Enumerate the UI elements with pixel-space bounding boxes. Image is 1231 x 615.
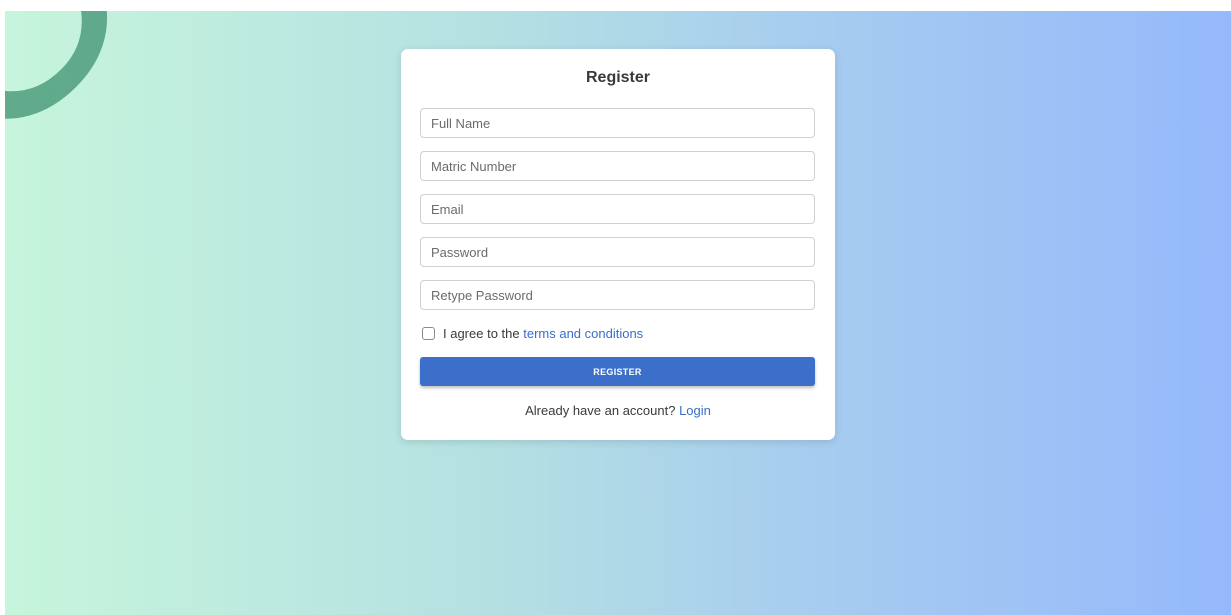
password-input[interactable] [420, 237, 815, 267]
matric-number-input[interactable] [420, 151, 815, 181]
register-card: Register I agree to the terms and condit… [401, 49, 835, 440]
page-title: Register [585, 69, 651, 86]
terms-link[interactable]: terms and conditions [523, 326, 643, 341]
terms-label: I agree to the [443, 325, 524, 341]
login-link[interactable]: Login [679, 403, 711, 418]
full-name-input[interactable] [420, 108, 815, 138]
terms-checkbox[interactable] [422, 326, 435, 340]
terms-agreement-row: I agree to the terms and conditions [422, 324, 643, 342]
page-background: Copy. U Register I agree to the terms an… [5, 11, 1231, 615]
retype-password-input[interactable] [420, 280, 815, 310]
email-input[interactable] [420, 194, 815, 224]
register-button[interactable]: REGISTER [420, 357, 815, 386]
login-prompt-text: Already have an account? [525, 403, 680, 418]
login-prompt: Already have an account? Login [401, 403, 835, 418]
